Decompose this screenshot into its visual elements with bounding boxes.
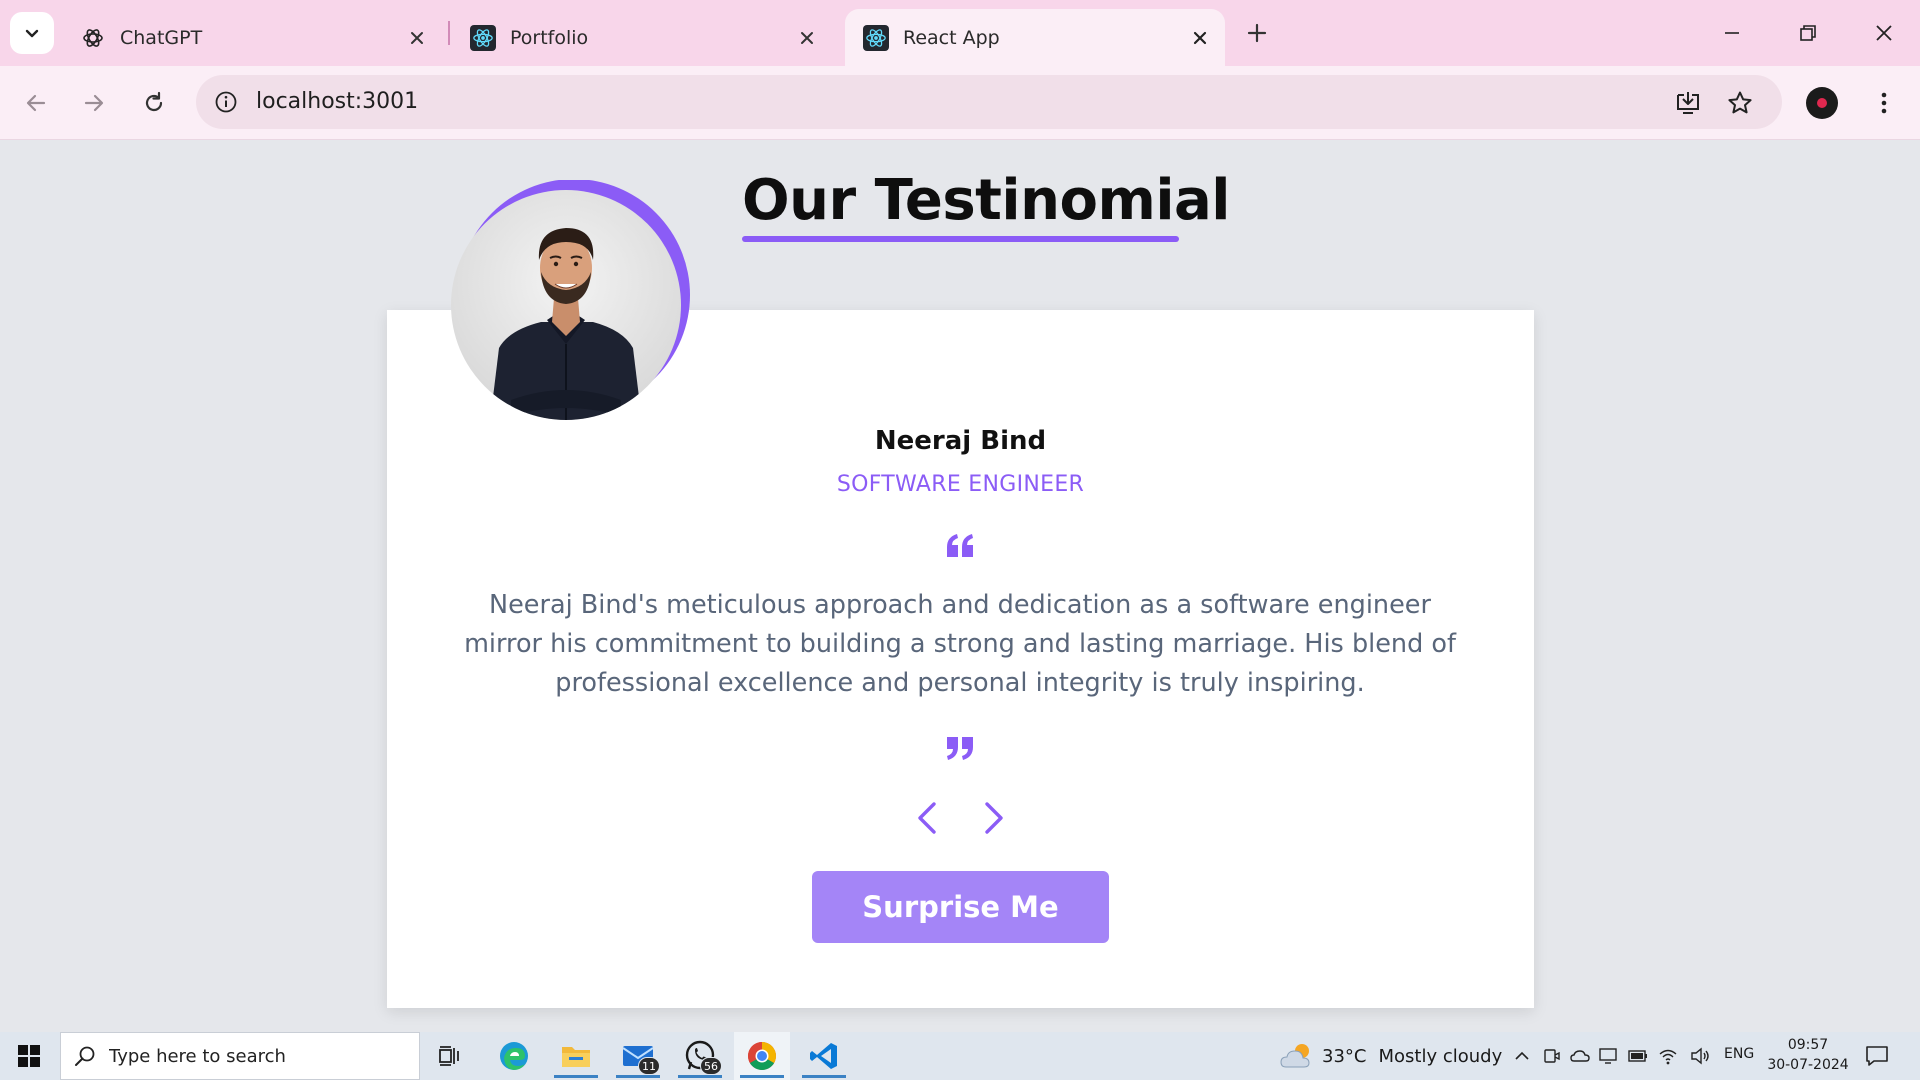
- testimonial-role: SOFTWARE ENGINEER: [836, 472, 1085, 497]
- close-window-button[interactable]: [1864, 13, 1904, 53]
- chatgpt-icon: [80, 25, 106, 51]
- search-icon: [61, 1032, 109, 1080]
- react-icon: [863, 24, 889, 51]
- folder-icon: [562, 1047, 590, 1067]
- clock-date: 30-07-2024: [1767, 1057, 1849, 1073]
- volume-icon[interactable]: [1688, 1044, 1712, 1068]
- reload-button[interactable]: [134, 83, 174, 123]
- restore-button[interactable]: [1788, 13, 1828, 53]
- mail-app[interactable]: 11: [610, 1032, 666, 1080]
- mail-badge: 11: [638, 1057, 660, 1075]
- tab-chatgpt[interactable]: ChatGPT: [62, 9, 442, 66]
- close-icon[interactable]: [794, 25, 820, 51]
- profile-dot: [1817, 98, 1827, 108]
- testimonial-text: Neeraj Bind's meticulous approach and de…: [464, 590, 1456, 698]
- browser-toolbar: localhost:3001: [0, 66, 1920, 140]
- next-arrow-button[interactable]: [977, 798, 1011, 838]
- vscode-icon: [810, 1043, 837, 1069]
- chevron-left-icon: [918, 802, 936, 834]
- display-icon[interactable]: [1596, 1044, 1620, 1068]
- chrome-icon: [748, 1042, 776, 1070]
- quote-open-icon: [945, 531, 975, 561]
- close-icon: [1876, 25, 1892, 41]
- back-button[interactable]: [16, 83, 56, 123]
- taskbar-search[interactable]: [60, 1032, 420, 1080]
- meet-now-icon[interactable]: [1540, 1044, 1564, 1068]
- task-view-icon: [439, 1046, 459, 1066]
- tab-separator: [448, 21, 450, 45]
- tab-title: React App: [903, 26, 1000, 49]
- cloudy-icon: [1280, 1044, 1310, 1068]
- site-info-icon[interactable]: [210, 86, 242, 118]
- close-icon[interactable]: [1187, 25, 1213, 51]
- quote-close-icon: [945, 733, 975, 763]
- weather-widget[interactable]: 33°C Mostly cloudy: [1280, 1032, 1502, 1080]
- new-tab-button[interactable]: [1240, 16, 1274, 50]
- clock[interactable]: 09:57 30-07-2024: [1766, 1035, 1850, 1075]
- weather-temp: 33°C: [1322, 1045, 1367, 1067]
- close-icon[interactable]: [404, 25, 430, 51]
- profile-avatar[interactable]: [1806, 87, 1838, 119]
- forward-button[interactable]: [74, 83, 114, 123]
- vscode-app[interactable]: [796, 1032, 852, 1080]
- clock-time: 09:57: [1787, 1037, 1829, 1053]
- bookmark-star-icon[interactable]: [1722, 85, 1758, 121]
- more-vertical-icon: [1881, 92, 1887, 114]
- page-title: Our Testinomial: [742, 168, 1231, 233]
- browser-menu-button[interactable]: [1866, 84, 1902, 122]
- tab-react-app[interactable]: React App: [845, 9, 1225, 66]
- taskbar: 11 56 33°C Mostly cloudy ENG 09:57 30-07…: [0, 1032, 1920, 1080]
- arrow-left-icon: [26, 94, 46, 112]
- language-indicator[interactable]: ENG: [1724, 1046, 1754, 1062]
- reload-icon: [145, 91, 163, 112]
- edge-app[interactable]: [486, 1032, 542, 1080]
- chevron-right-icon: [985, 802, 1003, 834]
- tab-title: Portfolio: [510, 26, 589, 49]
- url-text[interactable]: localhost:3001: [256, 89, 418, 114]
- address-bar[interactable]: localhost:3001: [196, 75, 1782, 129]
- install-app-icon[interactable]: [1670, 85, 1706, 121]
- windows-icon: [18, 1045, 40, 1067]
- restore-icon: [1800, 25, 1816, 41]
- wifi-icon[interactable]: [1656, 1044, 1680, 1068]
- minimize-icon: [1725, 32, 1739, 34]
- tab-title: ChatGPT: [120, 26, 203, 49]
- avatar: [451, 179, 701, 430]
- notification-center-button[interactable]: [1862, 1042, 1892, 1070]
- battery-icon[interactable]: [1626, 1044, 1650, 1068]
- react-icon: [470, 24, 496, 51]
- tray-chevron-up-icon[interactable]: [1510, 1044, 1534, 1068]
- tab-strip: ChatGPT Portfolio React App: [0, 0, 1920, 66]
- tab-search-button[interactable]: [10, 12, 54, 54]
- start-button[interactable]: [0, 1032, 58, 1080]
- search-input[interactable]: [109, 1045, 399, 1067]
- whatsapp-badge: 56: [700, 1057, 722, 1075]
- title-underline: [742, 236, 1179, 242]
- edge-icon: [500, 1042, 528, 1070]
- plus-icon: [1247, 23, 1267, 43]
- file-explorer-app[interactable]: [548, 1032, 604, 1080]
- chevron-down-icon: [25, 29, 39, 38]
- tab-portfolio[interactable]: Portfolio: [452, 9, 832, 66]
- notification-icon: [1866, 1046, 1888, 1066]
- onedrive-icon[interactable]: [1568, 1044, 1592, 1068]
- chrome-app[interactable]: [734, 1032, 790, 1080]
- prev-arrow-button[interactable]: [910, 798, 944, 838]
- task-view-button[interactable]: [422, 1032, 478, 1080]
- whatsapp-app[interactable]: 56: [672, 1032, 728, 1080]
- arrow-right-icon: [84, 94, 104, 112]
- weather-condition: Mostly cloudy: [1378, 1045, 1503, 1067]
- page-content: Our Testinomial Neeraj Bind SOFTWARE ENG…: [0, 140, 1920, 1032]
- minimize-button[interactable]: [1712, 13, 1752, 53]
- testimonial-name: Neeraj Bind: [874, 426, 1047, 456]
- surprise-me-button[interactable]: Surprise Me: [812, 871, 1109, 943]
